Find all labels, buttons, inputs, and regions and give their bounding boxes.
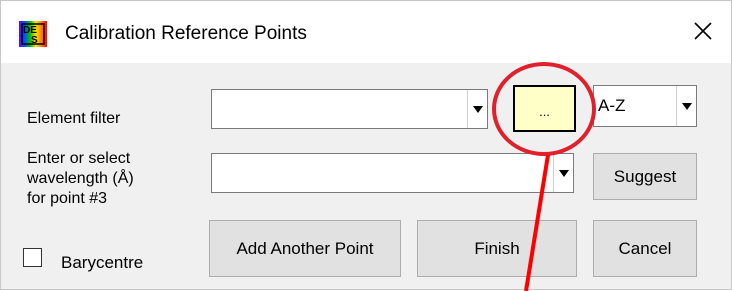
element-filter-combo[interactable] xyxy=(211,89,488,129)
barycentre-label: Barycentre xyxy=(61,253,144,272)
suggest-button[interactable]: Suggest xyxy=(593,153,697,200)
sort-order-value: A-Z xyxy=(598,96,626,115)
spectrum-app-icon: DE S xyxy=(19,21,47,47)
wavelength-label-line2: wavelength (Å) xyxy=(27,170,134,187)
barycentre-checkbox[interactable] xyxy=(23,248,42,267)
ellipsis-label: ... xyxy=(539,104,550,119)
calibration-dialog: DE S Calibration Reference Points Elemen… xyxy=(0,0,732,291)
sort-order-combo[interactable]: A-Z xyxy=(593,85,697,127)
chevron-down-icon[interactable] xyxy=(553,154,573,192)
element-filter-label: Element filter xyxy=(27,110,121,127)
cancel-button[interactable]: Cancel xyxy=(593,220,697,277)
add-another-point-button[interactable]: Add Another Point xyxy=(209,220,401,277)
wavelength-label-line1: Enter or select xyxy=(27,150,131,167)
wavelength-combo[interactable] xyxy=(211,153,574,193)
close-icon[interactable] xyxy=(689,17,717,45)
chevron-down-icon[interactable] xyxy=(676,86,696,126)
wavelength-label-line3: for point #3 xyxy=(27,190,108,207)
svg-text:S: S xyxy=(31,35,38,46)
finish-button[interactable]: Finish xyxy=(417,220,577,277)
window-title: Calibration Reference Points xyxy=(65,23,307,44)
title-bar: DE S Calibration Reference Points xyxy=(1,1,731,63)
chevron-down-icon[interactable] xyxy=(467,90,487,128)
element-browse-button[interactable]: ... xyxy=(513,85,576,132)
